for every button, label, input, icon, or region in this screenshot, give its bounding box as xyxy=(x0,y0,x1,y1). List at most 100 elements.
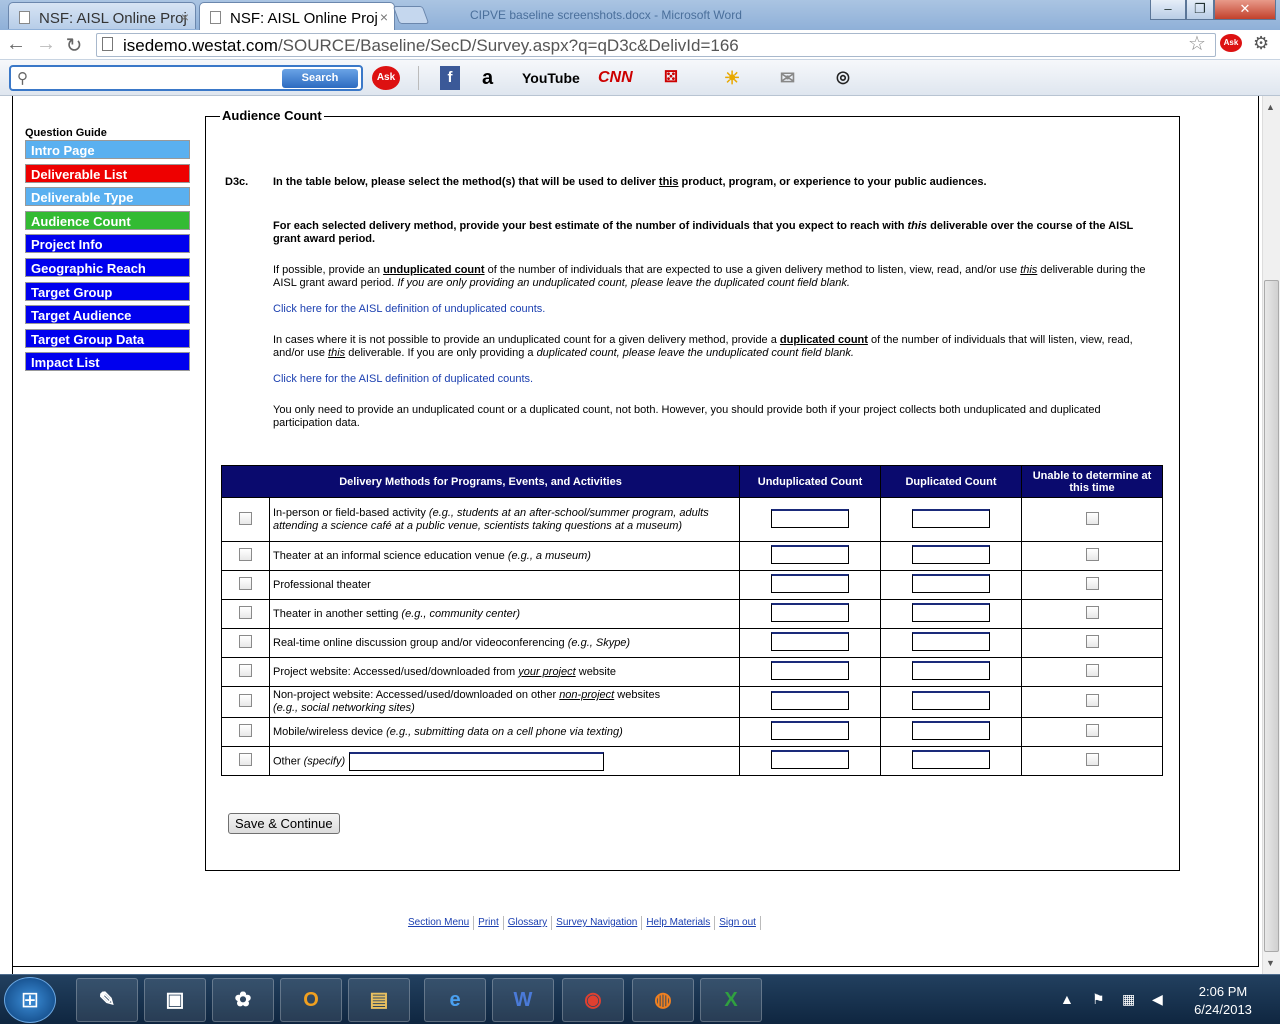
toolbar-search-box[interactable]: ⚲ Search xyxy=(9,65,363,91)
close-tab-icon[interactable]: × xyxy=(380,9,388,25)
dictionary-icon[interactable]: ◎ xyxy=(836,66,850,90)
amazon-icon[interactable]: a xyxy=(482,66,493,90)
ie-taskbar-icon[interactable]: e xyxy=(424,978,486,1022)
network-icon[interactable]: ▦ xyxy=(1122,991,1135,1008)
unable-to-determine-checkbox[interactable] xyxy=(1085,606,1099,619)
ask-logo-icon[interactable]: Ask xyxy=(372,66,400,90)
games-dice-icon[interactable]: ⚄ xyxy=(664,66,678,90)
firefox-taskbar-icon[interactable]: ◍ xyxy=(632,978,694,1022)
method-checkbox[interactable] xyxy=(239,635,252,648)
unduplicated-count-input[interactable] xyxy=(771,661,849,680)
unable-to-determine-checkbox[interactable] xyxy=(1085,694,1099,707)
unable-to-determine-checkbox[interactable] xyxy=(1085,511,1099,525)
guide-item-target-group-data[interactable]: Target Group Data xyxy=(25,328,190,348)
footer-link-glossary[interactable]: Glossary xyxy=(504,916,553,930)
unduplicated-definition-link[interactable]: Click here for the AISL definition of un… xyxy=(273,303,1153,316)
bookmark-star-icon[interactable]: ☆ xyxy=(1188,31,1206,56)
footer-link-section-menu[interactable]: Section Menu xyxy=(404,916,475,930)
ask-extension-icon[interactable]: Ask xyxy=(1220,34,1242,52)
duplicated-count-input[interactable] xyxy=(912,721,990,740)
reload-icon[interactable]: ↻ xyxy=(62,33,86,58)
duplicated-count-input[interactable] xyxy=(912,632,990,651)
other-specify-input[interactable] xyxy=(349,751,605,771)
scroll-down-arrow-icon[interactable]: ▼ xyxy=(1266,958,1275,968)
explorer-taskbar-icon[interactable]: ▤ xyxy=(348,978,410,1022)
mail-icon[interactable]: ✉ xyxy=(780,66,795,90)
scrollbar-thumb[interactable] xyxy=(1264,280,1279,952)
save-continue-button[interactable]: Save & Continue xyxy=(228,813,340,834)
unduplicated-count-input[interactable] xyxy=(771,632,849,651)
unduplicated-count-input[interactable] xyxy=(771,750,849,769)
address-bar[interactable]: isedemo.westat.com/SOURCE/Baseline/SecD/… xyxy=(96,33,1216,57)
facebook-icon[interactable]: f xyxy=(440,66,460,90)
duplicated-count-input[interactable] xyxy=(912,574,990,593)
start-button[interactable]: ⊞ xyxy=(4,977,56,1023)
method-checkbox[interactable] xyxy=(239,724,252,737)
duplicated-count-input[interactable] xyxy=(912,508,990,528)
guide-item-intro-page[interactable]: Intro Page xyxy=(25,140,190,159)
guide-item-deliverable-list[interactable]: Deliverable List xyxy=(25,163,190,183)
unable-to-determine-checkbox[interactable] xyxy=(1085,753,1099,766)
browser-tab-2[interactable]: NSF: AISL Online Proj × xyxy=(199,2,395,30)
chrome-taskbar-icon[interactable]: ◉ xyxy=(562,978,624,1022)
guide-item-target-group[interactable]: Target Group xyxy=(25,281,190,301)
footer-link-help-materials[interactable]: Help Materials xyxy=(642,916,716,930)
maximize-button[interactable]: ❐ xyxy=(1186,0,1214,20)
duplicated-count-input[interactable] xyxy=(912,691,990,710)
guide-item-project-info[interactable]: Project Info xyxy=(25,234,190,254)
notepad-taskbar-icon[interactable]: ✎ xyxy=(76,978,138,1022)
outlook-taskbar-icon[interactable]: O xyxy=(280,978,342,1022)
unable-to-determine-checkbox[interactable] xyxy=(1085,724,1099,737)
unduplicated-count-input[interactable] xyxy=(771,545,849,564)
paint-taskbar-icon[interactable]: ✿ xyxy=(212,978,274,1022)
excel-taskbar-icon[interactable]: X xyxy=(700,978,762,1022)
guide-item-geographic-reach[interactable]: Geographic Reach xyxy=(25,257,190,277)
method-checkbox[interactable] xyxy=(239,577,252,590)
unable-to-determine-checkbox[interactable] xyxy=(1085,635,1099,648)
volume-icon[interactable]: ◀ xyxy=(1152,991,1163,1008)
method-checkbox[interactable] xyxy=(239,664,252,677)
guide-item-target-audience[interactable]: Target Audience xyxy=(25,305,190,325)
unduplicated-count-input[interactable] xyxy=(771,721,849,740)
browser-tab-1[interactable]: NSF: AISL Online Proj × xyxy=(8,2,196,29)
unduplicated-count-input[interactable] xyxy=(771,691,849,710)
method-checkbox[interactable] xyxy=(239,694,252,707)
duplicated-count-input[interactable] xyxy=(912,750,990,769)
unduplicated-count-input[interactable] xyxy=(771,603,849,622)
close-window-button[interactable]: ✕ xyxy=(1214,0,1276,20)
unduplicated-count-input[interactable] xyxy=(771,508,849,528)
method-checkbox[interactable] xyxy=(239,511,252,525)
unable-to-determine-checkbox[interactable] xyxy=(1085,577,1099,590)
footer-link-survey-navigation[interactable]: Survey Navigation xyxy=(552,916,643,930)
back-arrow-icon[interactable]: ← xyxy=(4,33,28,56)
wrench-menu-icon[interactable]: ⚙ xyxy=(1253,33,1269,54)
taskbar-clock[interactable]: 2:06 PM 6/24/2013 xyxy=(1178,983,1268,1019)
toolbar-search-button[interactable]: Search xyxy=(282,69,358,88)
new-tab-button[interactable] xyxy=(392,6,430,24)
guide-item-deliverable-type[interactable]: Deliverable Type xyxy=(25,187,190,207)
method-checkbox[interactable] xyxy=(239,548,252,561)
duplicated-definition-link[interactable]: Click here for the AISL definition of du… xyxy=(273,373,1153,386)
unable-to-determine-checkbox[interactable] xyxy=(1085,548,1099,561)
footer-link-sign-out[interactable]: Sign out xyxy=(715,916,761,930)
scroll-up-arrow-icon[interactable]: ▲ xyxy=(1266,102,1275,112)
weather-icon[interactable]: ☀ xyxy=(724,66,740,90)
duplicated-count-input[interactable] xyxy=(912,545,990,564)
unduplicated-count-input[interactable] xyxy=(771,574,849,593)
close-tab-icon[interactable]: × xyxy=(181,9,189,25)
guide-item-impact-list[interactable]: Impact List xyxy=(25,352,190,372)
cnn-icon[interactable]: CNN xyxy=(598,66,633,90)
duplicated-count-input[interactable] xyxy=(912,661,990,680)
footer-link-print[interactable]: Print xyxy=(474,916,504,930)
show-hidden-icons-icon[interactable]: ▲ xyxy=(1060,991,1074,1007)
method-checkbox[interactable] xyxy=(239,606,252,619)
action-center-flag-icon[interactable]: ⚑ xyxy=(1092,991,1105,1008)
guide-item-audience-count[interactable]: Audience Count xyxy=(25,210,190,230)
vertical-scrollbar[interactable]: ▲ ▼ xyxy=(1262,96,1280,974)
unable-to-determine-checkbox[interactable] xyxy=(1085,664,1099,677)
forward-arrow-icon[interactable]: → xyxy=(34,33,58,56)
word-taskbar-icon[interactable]: W xyxy=(492,978,554,1022)
method-checkbox[interactable] xyxy=(239,753,252,766)
minimize-button[interactable]: – xyxy=(1150,0,1186,20)
sticky-notes-taskbar-icon[interactable]: ▣ xyxy=(144,978,206,1022)
